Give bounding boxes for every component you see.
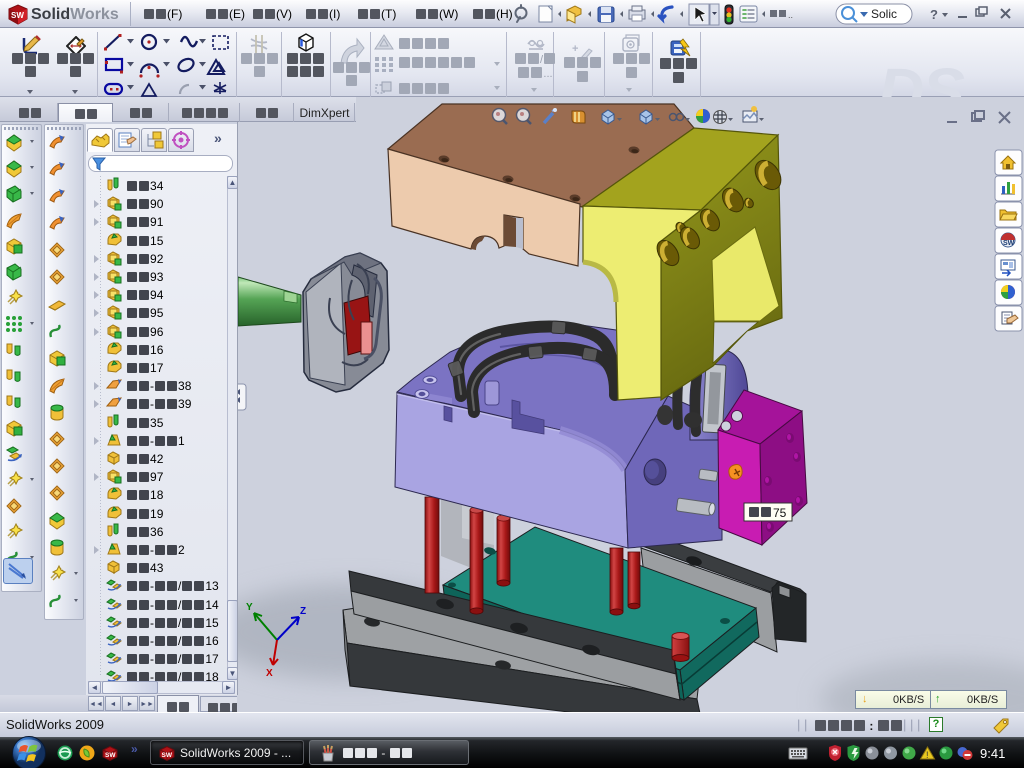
svg-text:Z: Z: [300, 606, 306, 617]
svg-text:+: +: [572, 43, 578, 55]
svg-text:SW: SW: [1003, 240, 1015, 247]
svg-text:75: 75: [773, 506, 787, 520]
svg-text:?: ?: [930, 7, 938, 22]
svg-text:Y: Y: [246, 602, 253, 613]
svg-text:Solic: Solic: [871, 7, 897, 21]
svg-text:SW: SW: [162, 752, 173, 759]
svg-text:!: !: [926, 750, 929, 760]
svg-text:X: X: [266, 668, 273, 679]
svg-text:SW: SW: [105, 752, 116, 759]
svg-text:SW: SW: [11, 11, 24, 20]
